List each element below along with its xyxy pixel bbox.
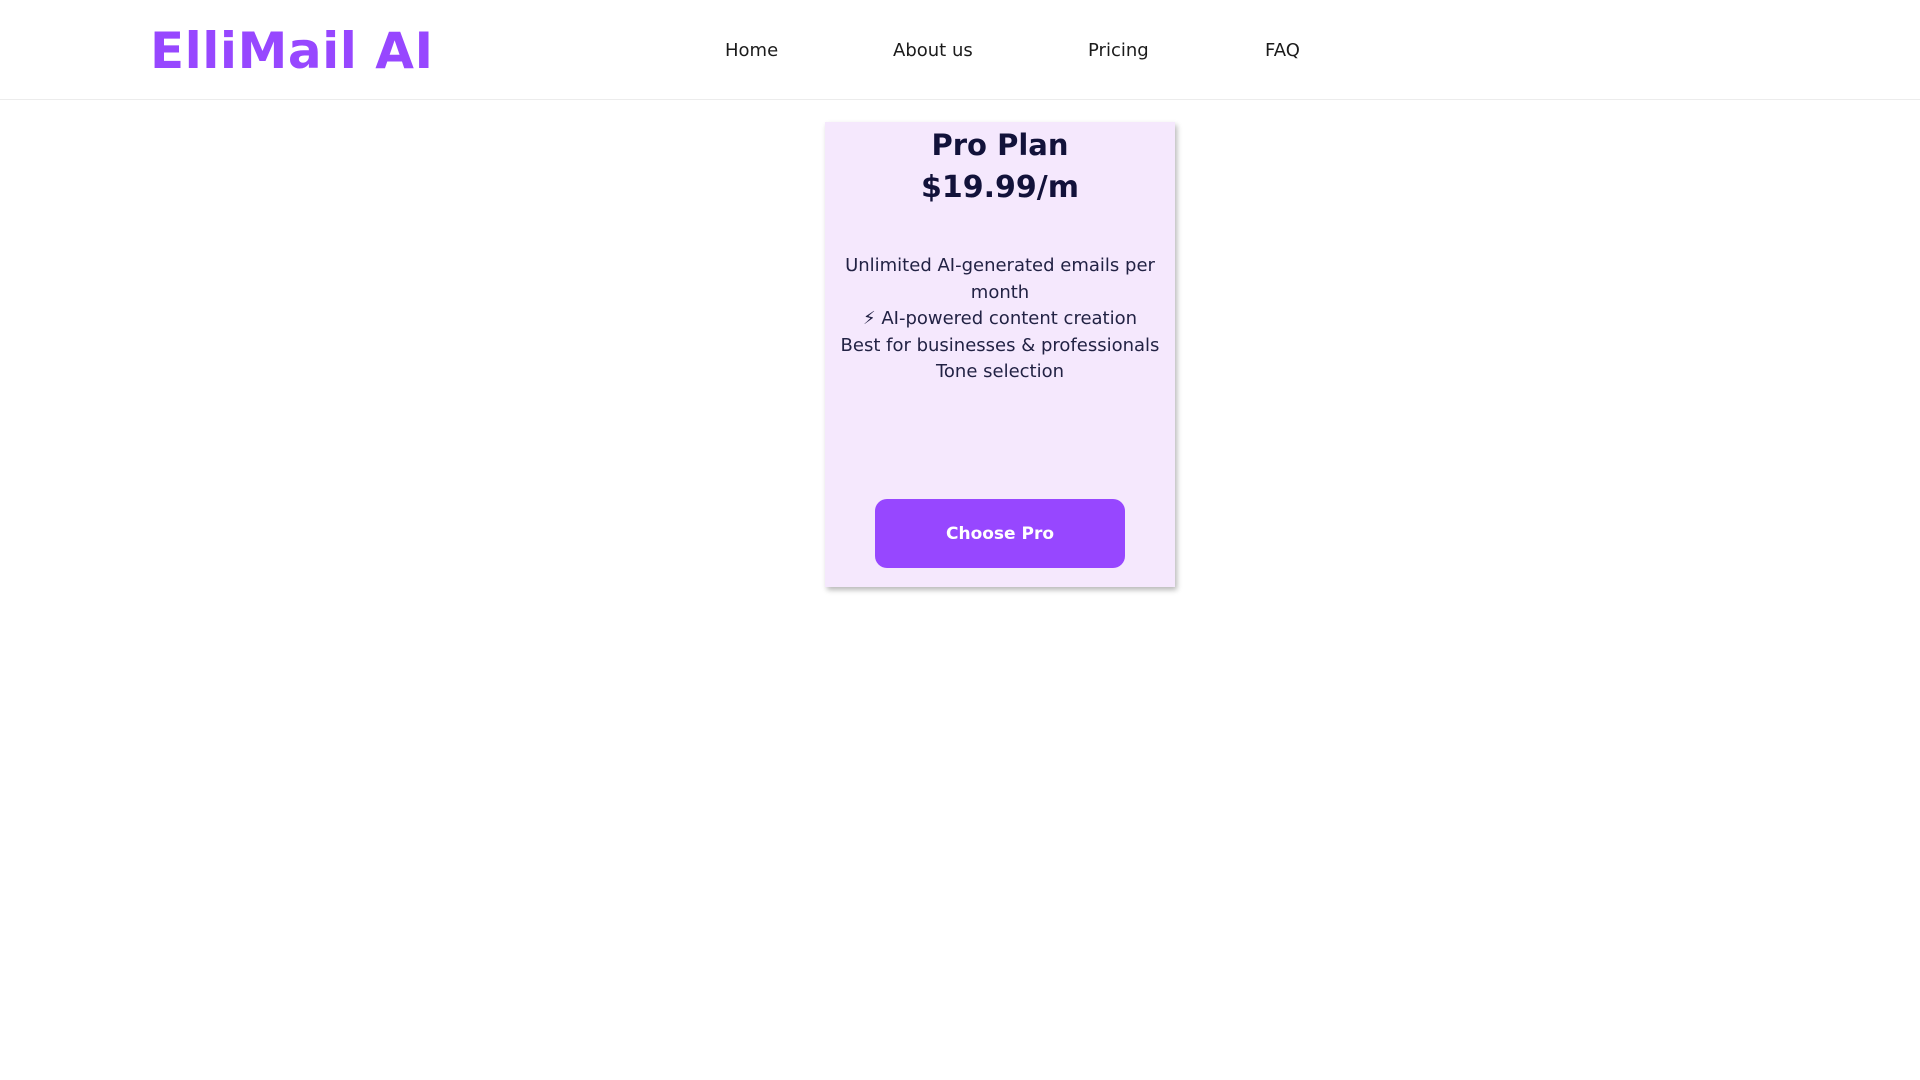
- feature-list: Unlimited AI-generated emails per month …: [825, 253, 1175, 386]
- feature-item-businesses: Best for businesses & professionals: [840, 334, 1160, 356]
- pro-plan-card: Pro Plan $19.99/m Unlimited AI-generated…: [825, 122, 1175, 587]
- feature-item-unlimited-emails: Unlimited AI-generated emails per month: [845, 255, 1155, 303]
- brand-logo[interactable]: ElliMail AI: [150, 18, 434, 84]
- feature-item-tone-selection: Tone selection: [935, 361, 1065, 382]
- nav-home-link[interactable]: Home: [725, 38, 778, 64]
- choose-pro-button[interactable]: Choose Pro: [875, 499, 1125, 568]
- plan-price: $19.99/m: [921, 170, 1079, 205]
- nav-pricing-link[interactable]: Pricing: [1088, 38, 1149, 64]
- nav-about-link[interactable]: About us: [893, 38, 973, 64]
- plan-name: Pro Plan: [931, 128, 1069, 162]
- nav-faq-link[interactable]: FAQ: [1265, 38, 1300, 64]
- site-header: ElliMail AI Home About us Pricing FAQ: [0, 0, 1920, 100]
- feature-item-ai-content: ⚡ AI-powered content creation: [862, 308, 1138, 329]
